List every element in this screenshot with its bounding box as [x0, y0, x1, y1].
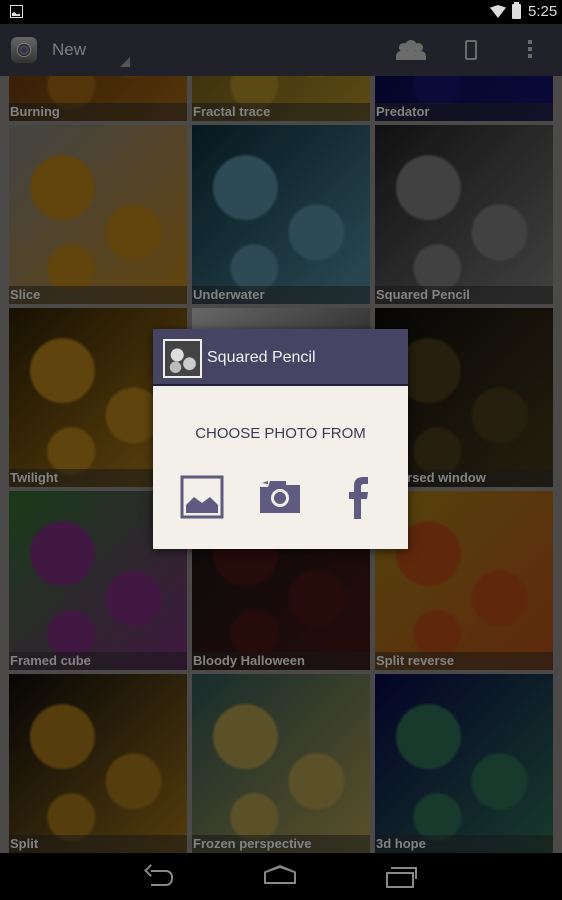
dialog-title: Squared Pencil — [207, 349, 316, 366]
camera-app-icon[interactable] — [11, 37, 37, 63]
image-notification-icon — [10, 5, 23, 18]
choose-photo-dialog: Squared Pencil CHOOSE PHOTO FROM — [153, 329, 408, 549]
wifi-icon — [490, 5, 506, 18]
dialog-prompt: CHOOSE PHOTO FROM — [195, 425, 366, 442]
battery-icon — [512, 2, 521, 19]
dropdown-indicator-icon[interactable] — [120, 57, 130, 67]
facebook-icon — [349, 477, 368, 519]
status-time: 5:25 — [528, 3, 558, 20]
camera-icon — [260, 481, 300, 513]
overflow-menu-icon[interactable] — [528, 40, 534, 60]
recent-apps-icon[interactable] — [386, 865, 420, 888]
home-icon[interactable] — [264, 865, 298, 887]
people-icon[interactable] — [396, 36, 426, 64]
action-bar: New — [0, 24, 562, 76]
camera-button[interactable] — [258, 475, 302, 519]
facebook-button[interactable] — [336, 475, 380, 519]
back-icon[interactable] — [145, 865, 179, 887]
app-screen: 5:25 New Burning Fractal trace Predator Sli… — [0, 0, 562, 900]
app-title[interactable]: New — [52, 40, 86, 60]
effect-thumbnail — [163, 339, 202, 378]
status-bar: 5:25 — [0, 0, 562, 24]
navigation-bar — [0, 853, 562, 900]
dialog-header: Squared Pencil — [153, 329, 408, 386]
gallery-icon — [180, 475, 224, 519]
gallery-button[interactable] — [180, 475, 224, 519]
phone-icon[interactable] — [465, 40, 477, 60]
